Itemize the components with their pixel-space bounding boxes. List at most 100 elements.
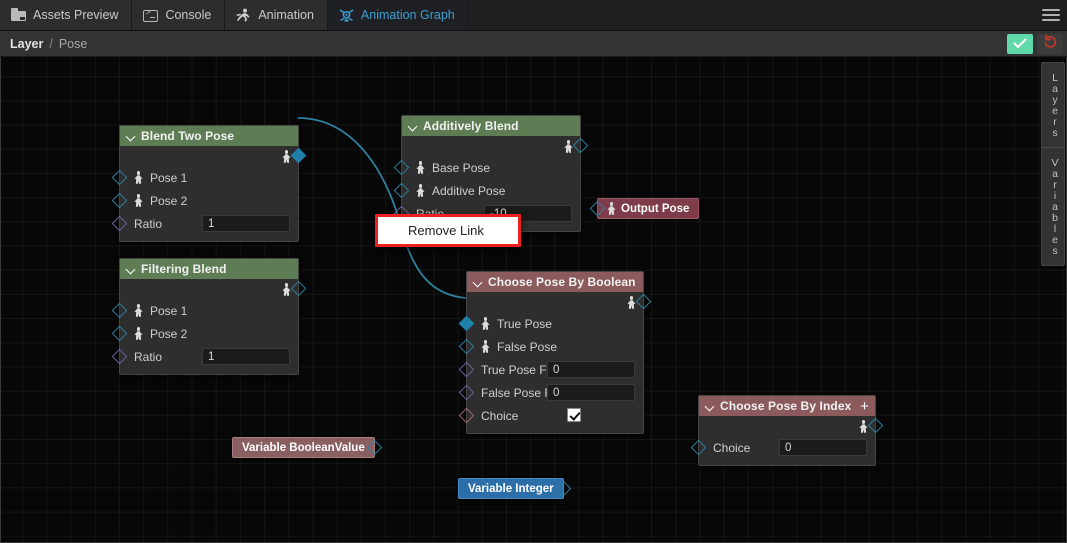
node-output-row [120, 279, 307, 299]
node-body: True Pose False Pose True Pose Fa…False Po… [458, 292, 652, 433]
node-header[interactable]: Blend Two Pose [120, 126, 298, 146]
graph-canvas[interactable]: Blend Two PosePose 1Pose 2RatioFiltering… [0, 57, 1067, 543]
chevron-down-icon[interactable] [473, 277, 483, 287]
row-label: Pose 1 [150, 303, 188, 318]
breadcrumb-root[interactable]: Layer [10, 37, 43, 51]
node-header[interactable]: Filtering Blend [120, 259, 298, 279]
row-label: Pose 2 [150, 326, 188, 341]
tab-label: Console [165, 8, 212, 22]
node-row: Ratio [111, 212, 298, 235]
tab-assets-preview[interactable]: Assets Preview [0, 0, 133, 30]
pose-icon [859, 420, 867, 432]
hamburger-menu-icon[interactable] [1041, 6, 1061, 24]
revert-button[interactable] [1037, 33, 1063, 54]
node-title: Choose Pose By Index [720, 399, 852, 413]
node-title: Additively Blend [423, 119, 519, 133]
context-menu[interactable]: Remove Link [375, 214, 521, 247]
tab-console[interactable]: Console [132, 0, 226, 30]
row-value-input[interactable] [547, 361, 635, 378]
node-blend-two-pose[interactable]: Blend Two Pose Pose 1 Pose 2 Ratio [111, 125, 307, 242]
pose-icon [481, 317, 490, 330]
pose-icon [134, 171, 143, 184]
tab-animation-graph[interactable]: Animation Graph [327, 0, 469, 30]
breadcrumb-actions [1007, 33, 1063, 54]
node-output-pose[interactable]: Output Pose [589, 198, 700, 219]
node-row: Choice [690, 436, 875, 459]
tab-label: Animation [258, 8, 314, 22]
node-row: True Pose Fa… [458, 358, 643, 381]
row-label: Choice [713, 440, 751, 455]
tab-label: Animation Graph [360, 8, 455, 22]
node-choose-pose-by-index[interactable]: Choose Pose By Index + Choice [690, 395, 884, 466]
row-label: Ratio [134, 216, 163, 231]
row-label: Choice [481, 408, 519, 423]
node-header[interactable]: Choose Pose By Index + [699, 396, 875, 416]
pill-label: Output Pose [621, 202, 690, 215]
chevron-down-icon[interactable] [126, 131, 136, 141]
node-row: Ratio [111, 345, 298, 368]
confirm-button[interactable] [1007, 33, 1033, 54]
row-checkbox[interactable] [567, 408, 581, 422]
node-header[interactable]: Choose Pose By Boolean [467, 272, 643, 292]
node-row: True Pose [458, 312, 643, 335]
row-value-input[interactable] [547, 384, 635, 401]
pose-icon [134, 194, 143, 207]
node-header[interactable]: Additively Blend [402, 116, 580, 136]
console-icon [143, 8, 159, 22]
row-label: Additive Pose [432, 183, 506, 198]
node-filtering-blend[interactable]: Filtering Blend Pose 1 Pose 2 Ratio [111, 258, 307, 375]
node-row: Pose 2 [111, 189, 298, 212]
pose-icon [416, 161, 425, 174]
row-label: False Pose [497, 339, 558, 354]
row-value-input[interactable] [202, 348, 290, 365]
node-row: Pose 1 [111, 299, 298, 322]
node-row: Choice [458, 404, 643, 427]
animation-graph-icon [339, 8, 354, 22]
node-row: Base Pose [393, 156, 580, 179]
pose-icon [564, 140, 572, 152]
node-body: Pose 1 Pose 2 Ratio [111, 279, 307, 374]
node-output-row [467, 292, 652, 312]
node-output-row [402, 136, 589, 156]
row-value-input[interactable] [202, 215, 290, 232]
node-body: Choice [690, 416, 884, 465]
row-label: True Pose [497, 316, 552, 331]
node-title: Choose Pose By Boolean [488, 275, 636, 289]
animation-graph-window: Assets Preview Console Animation [0, 0, 1067, 543]
pose-icon [627, 296, 635, 308]
chevron-down-icon[interactable] [705, 401, 715, 411]
side-tab-layers[interactable]: Layers [1042, 63, 1064, 147]
node-row: Pose 2 [111, 322, 298, 345]
pose-icon [416, 184, 425, 197]
side-panel: Layers Variables [1041, 62, 1065, 266]
node-choose-pose-by-boolean[interactable]: Choose Pose By Boolean True Pose False Pos… [458, 271, 652, 434]
node-variable-integer[interactable]: Variable Integer [458, 478, 571, 499]
row-label: Pose 1 [150, 170, 188, 185]
context-menu-item-remove-link[interactable]: Remove Link [378, 217, 518, 244]
running-man-icon [236, 8, 251, 22]
pose-icon [481, 340, 490, 353]
node-variable-booleanvalue[interactable]: Variable BooleanValue [232, 437, 383, 458]
chevron-down-icon[interactable] [126, 264, 136, 274]
editor-tab-bar: Assets Preview Console Animation [0, 0, 1067, 31]
node-title: Blend Two Pose [141, 129, 235, 143]
pose-icon [134, 327, 143, 340]
breadcrumb-separator: / [49, 36, 53, 51]
breadcrumb-leaf[interactable]: Pose [59, 37, 88, 51]
breadcrumb-bar: Layer / Pose [0, 31, 1067, 57]
node-body: Pose 1 Pose 2 Ratio [111, 146, 307, 241]
row-value-input[interactable] [779, 439, 867, 456]
tab-animation[interactable]: Animation [225, 0, 328, 30]
node-output-row [120, 146, 307, 166]
pose-icon [134, 304, 143, 317]
add-input-button[interactable]: + [860, 399, 869, 414]
pose-icon [282, 150, 290, 162]
node-title: Filtering Blend [141, 262, 227, 276]
node-row: False Pose [458, 335, 643, 358]
node-output-row [699, 416, 884, 436]
pose-icon [607, 202, 616, 215]
checkmark-icon [1013, 38, 1027, 49]
chevron-down-icon[interactable] [408, 121, 418, 131]
folder-icon [11, 8, 26, 22]
side-tab-variables[interactable]: Variables [1042, 147, 1064, 265]
